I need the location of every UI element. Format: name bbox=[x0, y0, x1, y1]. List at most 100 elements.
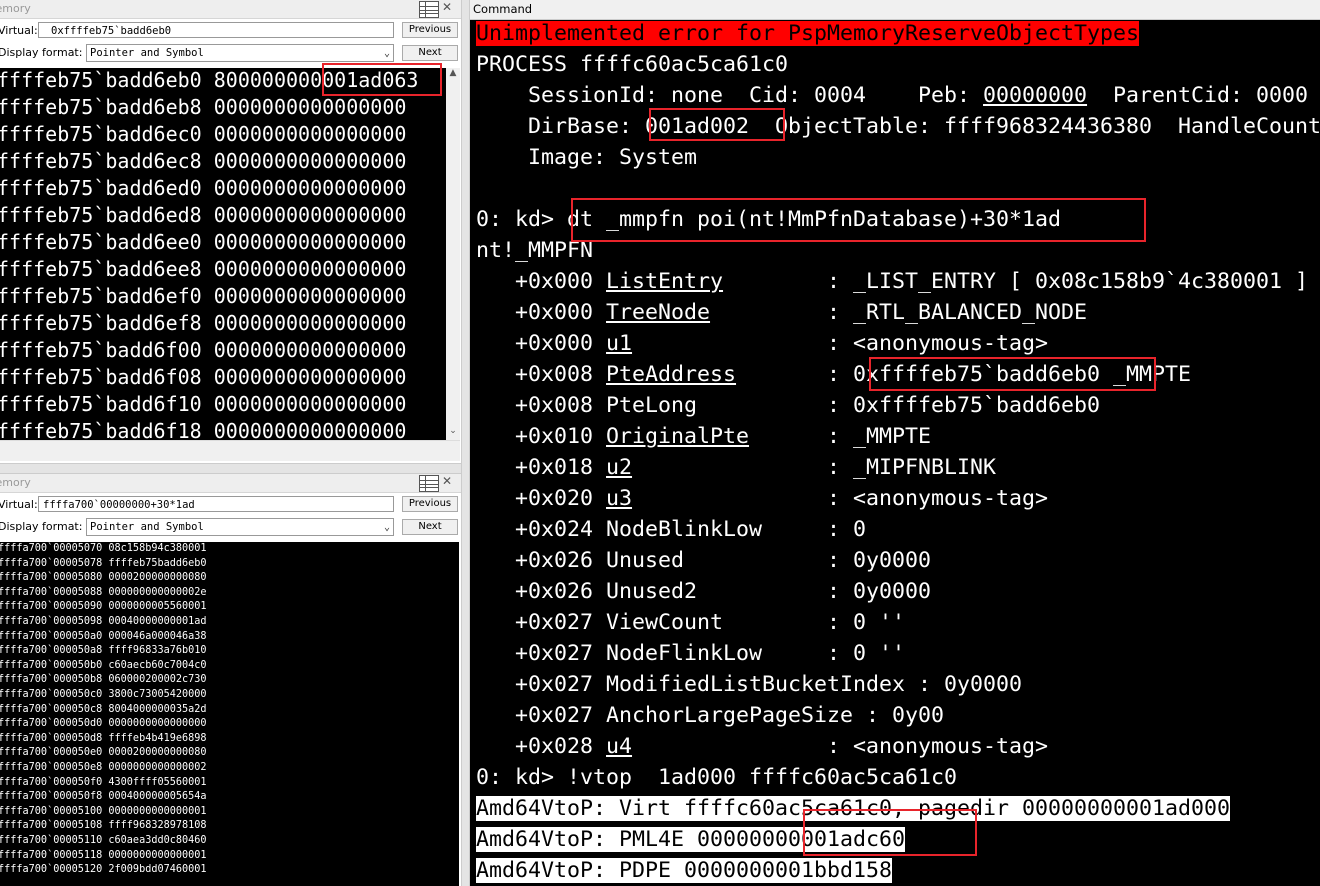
command-line: +0x010 OriginalPte : _MMPTE bbox=[476, 421, 931, 452]
command-text: +0x027 ViewCount : 0 '' bbox=[476, 610, 906, 635]
next-button[interactable]: Next bbox=[402, 45, 458, 61]
command-text: : 0xffffeb75`badd6eb0 _MMPTE bbox=[736, 362, 1192, 387]
command-line: DirBase: 001ad002 ObjectTable: ffff96832… bbox=[476, 111, 1320, 142]
command-text: 0: kd> dt _mmpfn poi(nt!MmPfnDatabase)+3… bbox=[476, 207, 1062, 232]
memory-row: ffffa700`000050b8 060000200002c730 bbox=[0, 674, 207, 686]
command-text: +0x008 bbox=[476, 362, 607, 387]
pane-splitter-horizontal[interactable] bbox=[0, 463, 461, 474]
memory-row: ffffeb75`badd6eb8 0000000000000000 bbox=[0, 95, 407, 119]
memory-row: ffffa700`000050a8 ffff96833a76b010 bbox=[0, 645, 207, 657]
command-text: +0x027 ModifiedListBucketIndex : 0y0000 bbox=[476, 672, 1023, 697]
command-text: +0x026 Unused2 : 0y0000 bbox=[476, 579, 932, 604]
memory-scrollbar[interactable]: ▲ ⌄ bbox=[446, 68, 460, 440]
next-button[interactable]: Next bbox=[402, 519, 458, 535]
memory-row: ffffa700`00005088 000000000000002e bbox=[0, 586, 207, 598]
memory-window-top: Memory ✕ Virtual: 0xffffeb75`badd6eb0 Pr… bbox=[0, 0, 461, 463]
memory-window-bottom: Memory ✕ Virtual: ffffa700`00000000+30*1… bbox=[0, 474, 461, 886]
memory-title-bar: Memory ✕ bbox=[0, 474, 461, 493]
memory-row: ffffa700`00005080 0000200000000080 bbox=[0, 572, 207, 584]
command-line: +0x020 u3 : <anonymous-tag> bbox=[476, 483, 1048, 514]
memory-row: ffffeb75`badd6ec8 0000000000000000 bbox=[0, 149, 407, 173]
command-window[interactable]: Command Unimplemented error for PspMemor… bbox=[470, 0, 1320, 886]
command-line: PROCESS ffffc60ac5ca61c0 bbox=[476, 49, 788, 80]
command-text: +0x026 Unused : 0y0000 bbox=[476, 548, 932, 573]
chevron-down-icon: ⌄ bbox=[383, 48, 390, 59]
command-line: +0x008 PteLong : 0xffffeb75`badd6eb0 bbox=[476, 390, 1100, 421]
previous-button[interactable]: Previous bbox=[402, 496, 458, 512]
command-text: Image: System bbox=[476, 145, 698, 170]
memory-row: ffffa700`000050c8 8004000000035a2d bbox=[0, 703, 207, 715]
memory-row: ffffa700`000050d0 0000000000000000 bbox=[0, 718, 207, 730]
close-icon[interactable]: ✕ bbox=[442, 0, 452, 14]
memory-row: ffffa700`00005100 0000000000000001 bbox=[0, 805, 207, 817]
memory-row: ffffa700`00005098 00040000000001ad bbox=[0, 616, 207, 627]
command-line: +0x026 Unused2 : 0y0000 bbox=[476, 576, 931, 607]
memory-view[interactable]: ffffeb75`badd6eb0 800000000001ad063 ffffe… bbox=[0, 68, 446, 440]
command-line: +0x027 AnchorLargePageSize : 0y00 bbox=[476, 700, 944, 731]
chevron-down-icon: ⌄ bbox=[383, 522, 390, 533]
command-text[interactable]: u2 bbox=[606, 455, 632, 480]
command-line: +0x000 u1 : <anonymous-tag> bbox=[476, 328, 1048, 359]
command-line: Image: System bbox=[476, 142, 697, 173]
command-text[interactable]: u3 bbox=[606, 486, 632, 511]
command-title: Command bbox=[473, 2, 533, 16]
command-line: 0: kd> dt _mmpfn poi(nt!MmPfnDatabase)+3… bbox=[476, 204, 1061, 235]
display-format-select[interactable]: Pointer and Symbol ⌄ bbox=[86, 518, 394, 536]
command-line: +0x027 ViewCount : 0 '' bbox=[476, 607, 905, 638]
memory-row: ffffeb75`badd6ee0 0000000000000000 bbox=[0, 230, 407, 254]
display-format-label: Display format: bbox=[0, 520, 83, 533]
memory-title: Memory bbox=[0, 476, 31, 489]
command-text: : <anonymous-tag> bbox=[632, 486, 1049, 511]
command-text[interactable]: 00000000 bbox=[983, 83, 1087, 108]
scroll-down-icon[interactable]: ⌄ bbox=[446, 426, 460, 440]
command-text: Unimplemented error for PspMemoryReserve… bbox=[476, 21, 1140, 46]
memory-row: ffffeb75`badd6eb0 800000000001ad063 bbox=[0, 68, 419, 92]
memory-row: ffffeb75`badd6ee8 0000000000000000 bbox=[0, 257, 407, 281]
scroll-up-icon[interactable]: ▲ bbox=[446, 68, 460, 82]
memory-row: ffffeb75`badd6f00 0000000000000000 bbox=[0, 338, 407, 362]
command-text[interactable]: TreeNode bbox=[606, 300, 710, 325]
grid-icon[interactable] bbox=[419, 475, 439, 492]
virtual-label: Virtual: bbox=[0, 24, 38, 37]
command-line: Amd64VtoP: PML4E 00000000001adc60 bbox=[476, 824, 931, 855]
memory-row: ffffa700`00005120 2f009bdd07460001 bbox=[0, 864, 207, 876]
command-line: +0x000 TreeNode : _RTL_BALANCED_NODE bbox=[476, 297, 1087, 328]
command-text: Amd64VtoP: Virt ffffc60ac5ca61c0, pagedi… bbox=[476, 796, 1231, 821]
command-text: : _LIST_ENTRY [ 0x08c158b9`4c380001 ] bbox=[723, 269, 1309, 294]
virtual-address-input[interactable]: 0xffffeb75`badd6eb0 bbox=[38, 22, 394, 38]
pane-splitter-vertical[interactable] bbox=[461, 0, 470, 886]
command-line: +0x028 u4 : <anonymous-tag> bbox=[476, 731, 1048, 762]
memory-row: ffffeb75`badd6ed0 0000000000000000 bbox=[0, 176, 407, 200]
command-text: : <anonymous-tag> bbox=[632, 331, 1049, 356]
command-text[interactable]: OriginalPte bbox=[606, 424, 749, 449]
command-text[interactable]: u1 bbox=[606, 331, 632, 356]
horizontal-scrollbar[interactable] bbox=[0, 440, 460, 461]
close-icon[interactable]: ✕ bbox=[442, 474, 452, 488]
command-text[interactable]: u4 bbox=[606, 734, 632, 759]
command-text: : _RTL_BALANCED_NODE bbox=[710, 300, 1088, 325]
command-line: 0: kd> !vtop 1ad000 ffffc60ac5ca61c0 bbox=[476, 762, 957, 793]
command-text[interactable]: PteAddress bbox=[606, 362, 736, 387]
command-text: : _MMPTE bbox=[749, 424, 932, 449]
grid-icon[interactable] bbox=[419, 1, 439, 18]
command-text: +0x000 bbox=[476, 300, 607, 325]
memory-row: ffffeb75`badd6ed8 0000000000000000 bbox=[0, 203, 407, 227]
memory-row: ffffeb75`badd6ef8 0000000000000000 bbox=[0, 311, 407, 335]
command-text: +0x000 bbox=[476, 269, 607, 294]
virtual-address-input[interactable]: ffffa700`00000000+30*1ad bbox=[38, 496, 394, 512]
memory-row: ffffa700`00005078 ffffeb75badd6eb0 bbox=[0, 557, 207, 569]
memory-row: ffffa700`00005118 0000000000000001 bbox=[0, 849, 207, 861]
display-format-select[interactable]: Pointer and Symbol ⌄ bbox=[86, 44, 394, 62]
memory-view[interactable]: ffffa700`00005070 08c158b94c380001 ffffa7… bbox=[0, 542, 459, 886]
command-text[interactable]: ListEntry bbox=[606, 269, 723, 294]
command-line: +0x027 NodeFlinkLow : 0 '' bbox=[476, 638, 905, 669]
memory-row: ffffa700`00005090 0000000005560001 bbox=[0, 601, 207, 613]
previous-button[interactable]: Previous bbox=[402, 22, 458, 38]
command-line: +0x018 u2 : _MIPFNBLINK bbox=[476, 452, 996, 483]
command-title-bar: Command bbox=[470, 0, 1320, 20]
memory-row: ffffa700`000050b0 c60aecb60c7004c0 bbox=[0, 659, 207, 671]
command-text: +0x018 bbox=[476, 455, 607, 480]
memory-row: ffffa700`000050a0 000046a000046a38 bbox=[0, 630, 207, 642]
command-text: +0x000 bbox=[476, 331, 607, 356]
display-format-label: Display format: bbox=[0, 46, 83, 59]
